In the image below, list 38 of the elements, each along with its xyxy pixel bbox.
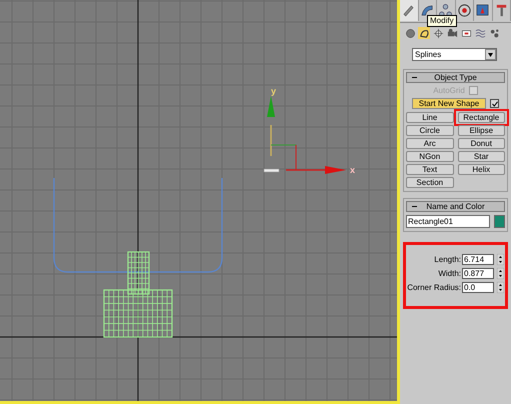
name-field[interactable]: Rectangle01 [406, 215, 490, 228]
rollout-header[interactable]: Name and Color [406, 201, 505, 212]
axis-label: y [271, 86, 276, 96]
shape-button[interactable]: Circle [406, 125, 454, 136]
spinner-icon[interactable] [497, 282, 504, 293]
shape-button[interactable]: Donut [458, 138, 505, 149]
tooltip: Modify [427, 15, 457, 27]
parameter-label: Length: [434, 255, 461, 264]
pointer-icon[interactable] [401, 3, 416, 18]
shape-button[interactable]: Ellipse [458, 125, 505, 136]
curve-icon[interactable] [420, 3, 435, 18]
monitor-icon[interactable] [475, 3, 490, 18]
parameter-label: Corner Radius: [407, 283, 461, 292]
category-tab[interactable] [432, 27, 444, 39]
parameter-label: Width: [438, 269, 461, 278]
spinner-icon[interactable] [497, 268, 504, 279]
rollout-header[interactable]: Object Type [406, 72, 505, 83]
shape-button[interactable]: Section [406, 177, 454, 188]
parameter-field[interactable]: 0.877 [462, 268, 494, 279]
start-new-shape-checkbox[interactable] [490, 99, 500, 108]
shape-button[interactable]: Text [406, 164, 454, 175]
shape-button[interactable]: Arc [406, 138, 454, 149]
dropdown-arrow-icon[interactable] [488, 52, 493, 56]
parameter-field[interactable]: 6.714 [462, 254, 494, 265]
start-new-shape-label: Start New Shape [412, 98, 486, 109]
parameter-field[interactable]: 0.0 [462, 282, 494, 293]
axis-label: x [350, 165, 356, 175]
shape-button[interactable]: Line [406, 112, 454, 123]
wheel-icon[interactable] [456, 3, 472, 18]
spinner-icon[interactable] [497, 254, 504, 265]
shape-button[interactable]: Star [458, 151, 505, 162]
shape-button[interactable]: Helix [458, 164, 505, 175]
shape-button[interactable]: Rectangle [458, 112, 505, 123]
category-dropdown[interactable]: Splines [412, 48, 497, 61]
color-swatch[interactable] [494, 215, 505, 228]
category-tab[interactable] [418, 27, 430, 39]
shape-button[interactable]: NGon [406, 151, 454, 162]
command-tab[interactable] [456, 0, 474, 21]
